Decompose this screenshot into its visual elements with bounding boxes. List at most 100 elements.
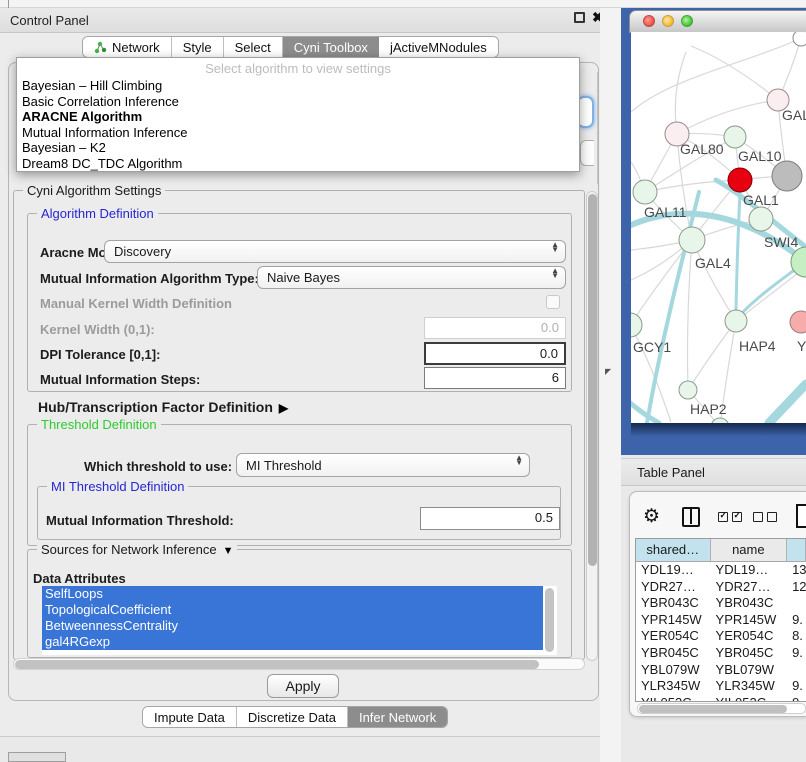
network-window-titlebar[interactable] bbox=[629, 10, 806, 33]
attribute-item[interactable]: BetweennessCentrality bbox=[42, 618, 543, 634]
table-hscrollbar-thumb[interactable] bbox=[639, 705, 787, 713]
hub-factor-section[interactable]: Hub/Transcription Factor Definition▶ bbox=[38, 399, 288, 415]
which-threshold-select[interactable]: MI Threshold ▲▼ bbox=[236, 453, 530, 477]
table-row[interactable]: YBR043CYBR043C bbox=[636, 595, 806, 612]
close-traffic-light[interactable] bbox=[643, 15, 655, 27]
split-view-icon[interactable] bbox=[682, 507, 700, 527]
kernel-width-field[interactable]: 0.0 bbox=[424, 317, 566, 339]
tab-label: Discretize Data bbox=[248, 710, 336, 725]
table-row[interactable]: YDL19…YDL19…13 bbox=[636, 562, 806, 579]
attribute-item[interactable]: SelfLoops bbox=[42, 586, 543, 602]
network-node-gcy1[interactable] bbox=[631, 313, 642, 337]
gear-icon[interactable]: ⚙ bbox=[643, 505, 660, 528]
tab-discretize-data[interactable]: Discretize Data bbox=[237, 707, 348, 727]
select-all-icon[interactable] bbox=[718, 512, 742, 522]
table-row[interactable]: YDR27…YDR27…12 bbox=[636, 579, 806, 596]
threshold-definition-title: Threshold Definition bbox=[37, 417, 161, 432]
file-icon[interactable] bbox=[796, 504, 806, 528]
network-node[interactable] bbox=[749, 207, 773, 231]
tab-network[interactable]: Network bbox=[83, 37, 172, 57]
tab-impute-data[interactable]: Impute Data bbox=[143, 707, 237, 727]
algorithm-option[interactable]: Mutual Information Inference bbox=[17, 125, 579, 141]
algorithm-option[interactable]: Bayesian – Hill Climbing bbox=[17, 78, 579, 94]
data-attributes-list[interactable]: SelfLoopsTopologicalCoefficientBetweenne… bbox=[42, 586, 557, 655]
network-node-hap2[interactable] bbox=[679, 381, 697, 399]
node-label: GCY1 bbox=[633, 339, 671, 355]
algorithm-option[interactable]: ARACNE Algorithm bbox=[17, 109, 579, 125]
table-cell: 8. bbox=[787, 628, 806, 645]
attribute-item[interactable]: gal4RGexp bbox=[42, 634, 543, 650]
network-node-hap4[interactable] bbox=[725, 310, 747, 332]
tab-label: Cyni Toolbox bbox=[294, 40, 368, 55]
data-attributes-label: Data Attributes bbox=[33, 571, 126, 586]
table-row[interactable]: YBR045CYBR045C9. bbox=[636, 645, 806, 662]
partial-widget bbox=[8, 752, 66, 762]
manual-kernel-checkbox[interactable] bbox=[546, 295, 560, 309]
tab-style[interactable]: Style bbox=[172, 37, 224, 57]
settings-vscrollbar-thumb[interactable] bbox=[588, 194, 597, 566]
mi-threshold-definition-title: MI Threshold Definition bbox=[47, 479, 188, 494]
table-cell: 9 bbox=[787, 695, 806, 702]
node-label: Y bbox=[797, 338, 806, 354]
float-window-icon[interactable] bbox=[574, 12, 585, 23]
aracne-mode-value: Discovery bbox=[114, 244, 171, 259]
network-canvas[interactable]: GALGAL80GAL10GAL1GAL11SWI4GAL4GCY1HAP4YH… bbox=[631, 32, 806, 423]
tab-jactivemnodules[interactable]: jActiveMNodules bbox=[379, 37, 498, 57]
tab-cyni-toolbox[interactable]: Cyni Toolbox bbox=[283, 37, 379, 57]
top-tick bbox=[8, 0, 9, 8]
network-node-gal11[interactable] bbox=[633, 180, 657, 204]
column-header[interactable] bbox=[787, 539, 806, 561]
table-cell: YIL052C bbox=[636, 695, 711, 702]
table-row[interactable]: YIL052CYIL052C9 bbox=[636, 695, 806, 702]
tab-label: Style bbox=[183, 40, 212, 55]
network-node-gal10[interactable] bbox=[724, 126, 746, 148]
network-node-gal1[interactable] bbox=[728, 168, 752, 192]
table-cell: YBL079W bbox=[636, 662, 711, 679]
mi-steps-field[interactable]: 6 bbox=[424, 367, 566, 389]
node-label: GAL10 bbox=[738, 148, 782, 164]
tab-infer-network[interactable]: Infer Network bbox=[348, 707, 447, 727]
attribute-item[interactable]: TopologicalCoefficient bbox=[42, 602, 543, 618]
sources-title[interactable]: Sources for Network Inference▼ bbox=[37, 542, 237, 557]
network-node[interactable] bbox=[772, 161, 802, 191]
network-node[interactable] bbox=[793, 32, 806, 46]
algorithm-option[interactable]: Basic Correlation Inference bbox=[17, 94, 579, 110]
network-node-y[interactable] bbox=[790, 311, 806, 333]
table-row[interactable]: YER054CYER054C8. bbox=[636, 628, 806, 645]
table-row[interactable]: YPR145WYPR145W9. bbox=[636, 612, 806, 629]
dpi-tolerance-field[interactable]: 0.0 bbox=[424, 342, 566, 365]
table-row[interactable]: YLR345WYLR345W9. bbox=[636, 678, 806, 695]
which-threshold-label: Which threshold to use: bbox=[84, 459, 232, 474]
table-cell: YLR345W bbox=[636, 678, 711, 695]
column-header[interactable]: name bbox=[711, 539, 788, 561]
mi-threshold-field[interactable]: 0.5 bbox=[420, 507, 560, 530]
table-row[interactable]: YBL079WYBL079W bbox=[636, 662, 806, 679]
tab-label: Infer Network bbox=[359, 710, 436, 725]
table-header-row[interactable]: shared…name bbox=[636, 539, 806, 562]
deselect-all-icon[interactable] bbox=[753, 512, 777, 522]
algorithm-option[interactable]: Dream8 DC_TDC Algorithm bbox=[17, 156, 579, 172]
node-label: SWI4 bbox=[764, 234, 798, 250]
aracne-mode-select[interactable]: Discovery ▲▼ bbox=[104, 240, 566, 263]
attributes-scrollbar[interactable] bbox=[545, 588, 554, 652]
mi-algorithm-type-select[interactable]: Naive Bayes ▲▼ bbox=[257, 266, 566, 289]
column-header[interactable]: shared… bbox=[636, 539, 711, 561]
spinner-arrows-icon: ▲▼ bbox=[551, 269, 559, 278]
table-cell: 9. bbox=[787, 645, 806, 662]
node-label: GAL bbox=[782, 107, 806, 123]
settings-hscrollbar-thumb[interactable] bbox=[15, 660, 539, 669]
node-label: GAL1 bbox=[743, 192, 779, 208]
mouse-cursor: ◤ bbox=[605, 367, 611, 376]
control-panel-header bbox=[0, 8, 607, 33]
tab-select[interactable]: Select bbox=[224, 37, 283, 57]
zoom-traffic-light[interactable] bbox=[681, 15, 693, 27]
apply-button[interactable]: Apply bbox=[267, 674, 339, 698]
minimize-traffic-light[interactable] bbox=[662, 15, 674, 27]
node-table[interactable]: shared…name YDL19…YDL19…13YDR27…YDR27…12… bbox=[635, 538, 806, 702]
node-label: GAL80 bbox=[680, 141, 724, 157]
network-node-gal4[interactable] bbox=[679, 227, 705, 253]
node-label: GAL11 bbox=[644, 204, 687, 220]
expand-right-icon[interactable]: ▶ bbox=[279, 401, 288, 415]
expand-down-icon[interactable]: ▼ bbox=[223, 545, 234, 557]
algorithm-option[interactable]: Bayesian – K2 bbox=[17, 140, 579, 156]
